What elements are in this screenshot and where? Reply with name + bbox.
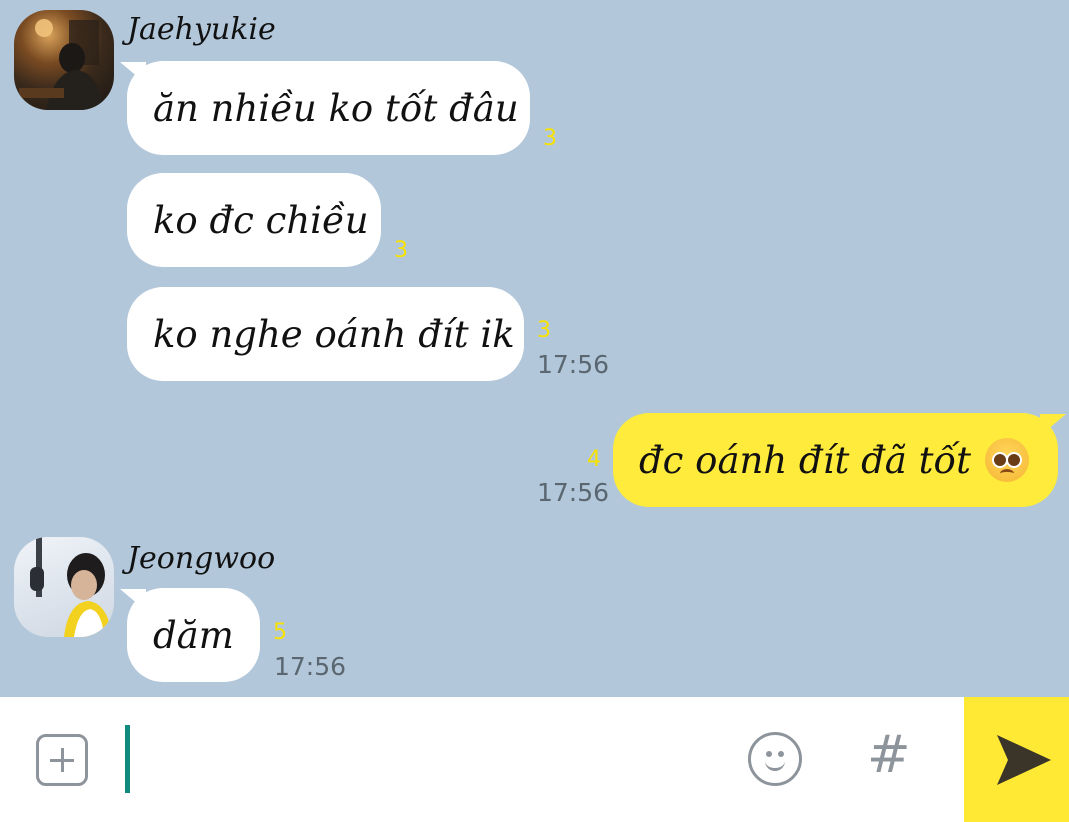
hashtag-icon[interactable]: # <box>867 725 911 785</box>
message-text: ko đc chiều <box>153 198 369 242</box>
message-bubble[interactable]: ăn nhiều ko tốt đâu <box>127 61 530 155</box>
message-text: ko nghe oánh đít ik <box>153 312 515 356</box>
unread-count: 5 <box>273 620 287 645</box>
plus-square-icon[interactable] <box>36 734 88 786</box>
message-text: dăm <box>153 613 234 657</box>
message-bubble[interactable]: ko đc chiều <box>127 173 381 267</box>
unread-count: 4 <box>587 447 601 472</box>
text-caret <box>125 725 130 793</box>
sender-name: Jeongwoo <box>127 541 276 576</box>
message-bubble-mine[interactable]: đc oánh đít đã tốt <box>613 413 1058 507</box>
avatar-jaehyukie[interactable] <box>14 10 114 110</box>
message-time: 17:56 <box>274 652 347 681</box>
message-text: đc oánh đít đã tốt <box>639 438 971 482</box>
message-bubble[interactable]: ko nghe oánh đít ik <box>127 287 524 381</box>
message-bubble[interactable]: dăm <box>127 588 260 682</box>
unread-count: 3 <box>537 318 551 343</box>
message-text: ăn nhiều ko tốt đâu <box>153 86 519 130</box>
message-time: 17:56 <box>537 350 610 379</box>
avatar-jeongwoo[interactable] <box>14 537 114 637</box>
bubble-tail <box>1040 414 1066 436</box>
send-button[interactable] <box>964 697 1069 822</box>
send-arrow-icon <box>997 735 1051 785</box>
message-time: 17:56 <box>537 478 610 507</box>
smiley-icon[interactable] <box>748 732 802 786</box>
pleading-face-icon <box>984 438 1029 482</box>
sender-name: Jaehyukie <box>127 12 276 47</box>
unread-count: 3 <box>543 126 557 151</box>
message-input[interactable] <box>135 725 729 797</box>
unread-count: 3 <box>394 238 408 263</box>
chat-area: Jaehyukie ăn nhiều ko tốt đâu 3 ko đc ch… <box>0 0 1069 697</box>
